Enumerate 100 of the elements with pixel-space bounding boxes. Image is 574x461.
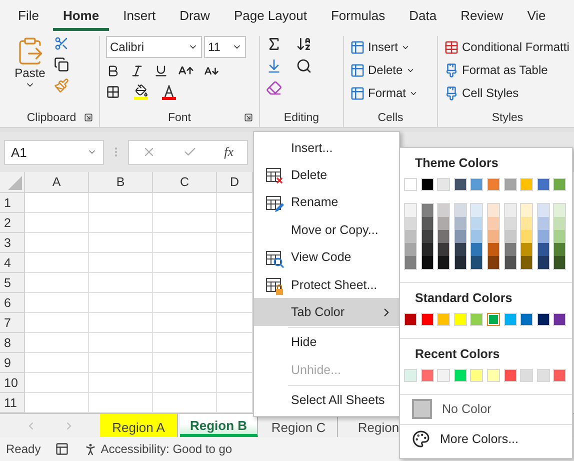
grid-cell[interactable] xyxy=(25,373,89,393)
grid-cell[interactable] xyxy=(89,353,153,373)
grid-cell[interactable] xyxy=(153,213,217,233)
color-swatch[interactable] xyxy=(454,243,466,256)
color-swatch[interactable] xyxy=(504,178,517,191)
color-swatch[interactable] xyxy=(454,178,467,191)
grid-cell[interactable] xyxy=(89,333,153,353)
color-swatch[interactable] xyxy=(554,217,566,230)
color-swatch[interactable] xyxy=(405,217,416,230)
color-swatch[interactable] xyxy=(405,204,416,217)
no-color-item[interactable]: No Color xyxy=(400,395,572,423)
row-header[interactable]: 5 xyxy=(0,273,25,293)
macro-record-icon[interactable] xyxy=(54,442,69,456)
grid-cell[interactable] xyxy=(25,273,89,293)
color-swatch[interactable] xyxy=(422,243,433,256)
ribbon-tab[interactable]: Home xyxy=(52,2,110,30)
row-header[interactable]: 10 xyxy=(0,373,25,393)
row-header[interactable]: 11 xyxy=(0,393,25,413)
color-swatch[interactable] xyxy=(538,230,549,243)
color-swatch[interactable] xyxy=(471,204,482,217)
color-swatch[interactable] xyxy=(437,178,450,191)
column-header[interactable]: C xyxy=(153,172,217,193)
search-icon[interactable] xyxy=(296,58,312,74)
color-swatch[interactable] xyxy=(420,313,434,326)
color-swatch[interactable] xyxy=(471,217,482,230)
color-swatch[interactable] xyxy=(488,230,499,243)
color-swatch[interactable] xyxy=(538,243,549,256)
ribbon-button[interactable]: Format xyxy=(350,82,418,104)
color-swatch[interactable] xyxy=(438,256,450,269)
color-swatch[interactable] xyxy=(438,217,450,230)
color-swatch[interactable] xyxy=(520,369,534,382)
color-swatch[interactable] xyxy=(404,313,417,326)
grid-cell[interactable] xyxy=(153,353,217,373)
grid-cell[interactable] xyxy=(89,213,153,233)
menu-item[interactable]: Hide xyxy=(254,328,399,356)
column-header[interactable]: D xyxy=(217,172,253,193)
sheet-tab[interactable]: Region B xyxy=(180,414,258,437)
grid-cell[interactable] xyxy=(153,313,217,333)
color-swatch[interactable] xyxy=(536,178,550,191)
color-swatch[interactable] xyxy=(454,217,466,230)
color-swatch[interactable] xyxy=(504,243,516,256)
color-swatch[interactable] xyxy=(486,313,500,326)
sort-icon[interactable] xyxy=(296,36,312,52)
color-swatch[interactable] xyxy=(504,204,516,217)
ribbon-tab[interactable]: Data xyxy=(399,2,447,30)
ribbon-tab[interactable]: Review xyxy=(450,2,514,30)
color-swatch[interactable] xyxy=(504,256,516,269)
color-swatch[interactable] xyxy=(504,313,517,326)
color-swatch[interactable] xyxy=(504,230,516,243)
copy-icon[interactable] xyxy=(54,57,69,72)
color-swatch[interactable] xyxy=(488,256,499,269)
color-swatch[interactable] xyxy=(538,204,549,217)
color-swatch[interactable] xyxy=(504,217,516,230)
color-swatch[interactable] xyxy=(538,256,549,269)
ribbon-tab[interactable]: Draw xyxy=(170,2,220,30)
ribbon-tab[interactable]: Insert xyxy=(113,2,166,30)
fill-color-icon[interactable] xyxy=(134,84,148,100)
grid-cell[interactable] xyxy=(25,193,89,213)
color-swatch[interactable] xyxy=(471,243,482,256)
color-swatch[interactable] xyxy=(554,243,566,256)
grid-cell[interactable] xyxy=(89,293,153,313)
row-header[interactable]: 2 xyxy=(0,213,25,233)
row-header[interactable]: 1 xyxy=(0,193,25,213)
color-swatch[interactable] xyxy=(504,369,517,382)
color-swatch[interactable] xyxy=(454,256,466,269)
ribbon-button[interactable]: Insert xyxy=(350,36,418,58)
grid-cell[interactable] xyxy=(89,313,153,333)
color-swatch[interactable] xyxy=(470,369,484,382)
cut-icon[interactable] xyxy=(54,36,69,51)
column-header[interactable]: B xyxy=(89,172,153,193)
color-swatch[interactable] xyxy=(404,369,417,382)
font-name-field[interactable]: Calibri xyxy=(106,36,202,58)
color-swatch[interactable] xyxy=(486,178,500,191)
grid-cell[interactable] xyxy=(25,213,89,233)
grid-cell[interactable] xyxy=(89,193,153,213)
launcher-icon[interactable] xyxy=(244,113,253,122)
color-swatch[interactable] xyxy=(553,313,566,326)
color-swatch[interactable] xyxy=(521,243,532,256)
color-swatch[interactable] xyxy=(520,313,534,326)
color-swatch[interactable] xyxy=(471,256,482,269)
color-swatch[interactable] xyxy=(488,217,499,230)
ribbon-tab[interactable]: Page Layout xyxy=(224,2,317,30)
row-header[interactable]: 8 xyxy=(0,333,25,353)
color-swatch[interactable] xyxy=(405,230,416,243)
color-swatch[interactable] xyxy=(538,217,549,230)
color-swatch[interactable] xyxy=(488,204,499,217)
menu-item[interactable]: Tab Color xyxy=(254,298,399,326)
ribbon-button[interactable]: Format as Table xyxy=(444,59,570,81)
color-swatch[interactable] xyxy=(536,369,550,382)
grid-cell[interactable] xyxy=(89,273,153,293)
row-header[interactable]: 3 xyxy=(0,233,25,253)
menu-item[interactable]: View Code xyxy=(254,244,399,271)
ribbon-button[interactable]: Cell Styles xyxy=(444,82,570,104)
paste-button[interactable]: Paste xyxy=(10,36,50,109)
color-swatch[interactable] xyxy=(437,313,450,326)
color-swatch[interactable] xyxy=(470,313,484,326)
ribbon-tab[interactable]: Formulas xyxy=(320,2,396,30)
color-swatch[interactable] xyxy=(422,230,433,243)
underline-icon[interactable] xyxy=(154,64,168,78)
grid-cell[interactable] xyxy=(25,233,89,253)
